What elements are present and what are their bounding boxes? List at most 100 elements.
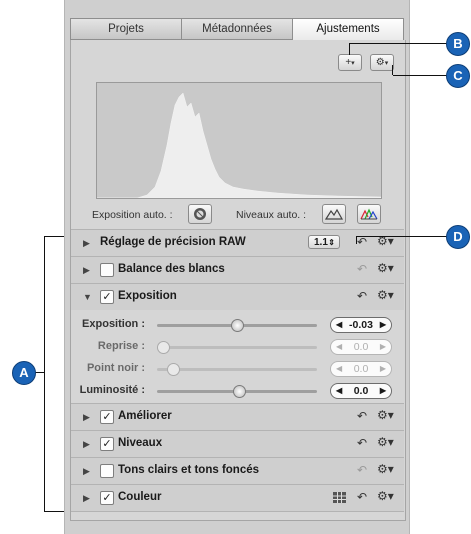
expand-triangle-icon[interactable]: ▶	[83, 439, 90, 450]
reset-icon[interactable]: ↶	[357, 463, 367, 477]
highlights-shadows-title: Tons clairs et tons foncés	[118, 464, 260, 476]
black-point-value-field[interactable]: ◀ 0.0 ▶	[330, 361, 392, 377]
levels-checkbox[interactable]: ✓	[100, 437, 114, 451]
tab-ajustements[interactable]: Ajustements	[292, 18, 404, 40]
levels-title: Niveaux	[118, 437, 163, 449]
callout-a-bracket-bottom	[44, 511, 64, 512]
callout-d-leader-down	[356, 236, 357, 244]
expand-triangle-icon[interactable]: ▶	[83, 466, 90, 477]
callout-c-leader-up	[392, 65, 393, 75]
gear-icon: ⚙	[375, 57, 385, 68]
gear-icon[interactable]: ⚙▾	[377, 288, 394, 302]
decrement-arrow-icon[interactable]: ◀	[336, 318, 342, 332]
slider-value: 0.0	[353, 341, 369, 353]
exposure-value-field[interactable]: ◀ -0.03 ▶	[330, 317, 392, 333]
histogram	[96, 82, 382, 199]
expand-triangle-icon[interactable]: ▶	[83, 265, 90, 276]
slider-row-reprise: Reprise : ◀ 0.0 ▶	[71, 336, 404, 358]
add-adjustment-button[interactable]: +▾	[338, 54, 362, 71]
gear-icon[interactable]: ⚙▾	[377, 408, 394, 422]
color-row[interactable]: ▶ ✓ Couleur ↶ ⚙▾	[71, 484, 404, 512]
tab-projets[interactable]: Projets	[70, 18, 181, 40]
brightness-value-field[interactable]: ◀ 0.0 ▶	[330, 383, 392, 399]
black-point-slider-knob[interactable]	[167, 363, 180, 376]
enhance-row[interactable]: ▶ ✓ Améliorer ↶ ⚙▾	[71, 403, 404, 430]
slider-value: 0.0	[353, 363, 369, 375]
decrement-arrow-icon[interactable]: ◀	[336, 340, 342, 354]
enhance-title: Améliorer	[118, 410, 172, 422]
tab-bar: Projets Métadonnées Ajustements	[70, 18, 404, 40]
reset-icon[interactable]: ↶	[357, 409, 367, 423]
exposure-checkbox[interactable]: ✓	[100, 290, 114, 304]
chevron-down-icon: ▾	[384, 60, 389, 67]
color-checkbox[interactable]: ✓	[100, 491, 114, 505]
levels-rgb-icon	[360, 208, 378, 220]
callout-c-leader	[393, 75, 450, 76]
gear-icon[interactable]: ⚙▾	[377, 462, 394, 476]
reset-icon[interactable]: ↶	[357, 436, 367, 450]
white-balance-row[interactable]: ▶ Balance des blancs ↶ ⚙▾	[71, 256, 404, 283]
auto-exposure-button[interactable]	[188, 204, 212, 224]
callout-b-leader-mid	[350, 43, 402, 44]
callout-c: C	[446, 64, 470, 88]
increment-arrow-icon[interactable]: ▶	[380, 362, 386, 376]
recovery-value-field[interactable]: ◀ 0.0 ▶	[330, 339, 392, 355]
slider-label: Exposition :	[82, 318, 145, 330]
reset-icon[interactable]: ↶	[357, 289, 367, 303]
auto-levels-rgb-button[interactable]	[357, 204, 381, 224]
callout-b-leader	[402, 43, 450, 44]
gear-icon[interactable]: ⚙▾	[377, 261, 394, 275]
tab-metadonnees[interactable]: Métadonnées	[181, 18, 292, 40]
slider-value: -0.03	[349, 319, 373, 331]
recovery-slider-track[interactable]	[157, 346, 317, 349]
color-title: Couleur	[118, 491, 162, 503]
expand-triangle-icon[interactable]: ▶	[83, 412, 90, 423]
reset-icon[interactable]: ↶	[357, 490, 367, 504]
recovery-slider-knob[interactable]	[157, 341, 170, 354]
expand-triangle-icon[interactable]: ▶	[83, 493, 90, 504]
increment-arrow-icon[interactable]: ▶	[380, 318, 386, 332]
raw-version-select[interactable]: 1.1 ⇕	[308, 235, 340, 249]
callout-b-leader-down	[349, 43, 350, 55]
slider-row-exposition: Exposition : ◀ -0.03 ▶	[71, 314, 404, 336]
highlights-shadows-row[interactable]: ▶ Tons clairs et tons foncés ↶ ⚙▾	[71, 457, 404, 484]
callout-d-leader	[356, 236, 450, 237]
slider-label: Reprise :	[97, 340, 145, 352]
stepper-icon: ⇕	[328, 238, 335, 247]
white-balance-checkbox[interactable]	[100, 263, 114, 277]
slider-value: 0.0	[353, 385, 369, 397]
gear-icon[interactable]: ⚙▾	[377, 435, 394, 449]
black-point-slider-track[interactable]	[157, 368, 317, 371]
slider-row-luminosite: Luminosité : ◀ 0.0 ▶	[71, 380, 404, 402]
increment-arrow-icon[interactable]: ▶	[380, 384, 386, 398]
callout-a-bracket	[44, 236, 45, 512]
levels-row[interactable]: ▶ ✓ Niveaux ↶ ⚙▾	[71, 430, 404, 457]
auto-levels-luminance-button[interactable]	[322, 204, 346, 224]
chevron-down-icon: ▾	[351, 60, 355, 67]
levels-luminance-icon	[324, 208, 344, 220]
slider-row-point-noir: Point noir : ◀ 0.0 ▶	[71, 358, 404, 380]
decrement-arrow-icon[interactable]: ◀	[336, 384, 342, 398]
reset-icon[interactable]: ↶	[357, 235, 367, 249]
adjustments-gear-button[interactable]: ⚙▾	[370, 54, 394, 71]
brightness-slider-knob[interactable]	[233, 385, 246, 398]
raw-fine-tuning-row[interactable]: ▶ Réglage de précision RAW 1.1 ⇕ ↶ ⚙▾	[71, 229, 404, 256]
histogram-graph	[97, 92, 381, 198]
highlights-shadows-checkbox[interactable]	[100, 464, 114, 478]
raw-version-value: 1.1	[314, 237, 328, 248]
white-balance-title: Balance des blancs	[118, 263, 225, 275]
exposure-row[interactable]: ▼ ✓ Exposition ↶ ⚙▾	[71, 283, 404, 310]
auto-levels-label: Niveaux auto. :	[236, 209, 307, 221]
decrement-arrow-icon[interactable]: ◀	[336, 362, 342, 376]
expand-triangle-icon[interactable]: ▶	[83, 238, 90, 249]
reset-icon[interactable]: ↶	[357, 262, 367, 276]
enhance-checkbox[interactable]: ✓	[100, 410, 114, 424]
exposure-slider-knob[interactable]	[231, 319, 244, 332]
collapse-triangle-icon[interactable]: ▼	[83, 292, 92, 302]
callout-b: B	[446, 32, 470, 56]
color-swatch-grid-icon[interactable]	[333, 492, 346, 503]
increment-arrow-icon[interactable]: ▶	[380, 340, 386, 354]
auto-exposure-label: Exposition auto. :	[92, 209, 173, 221]
gear-icon[interactable]: ⚙▾	[377, 489, 394, 503]
raw-fine-tuning-title: Réglage de précision RAW	[100, 236, 246, 248]
